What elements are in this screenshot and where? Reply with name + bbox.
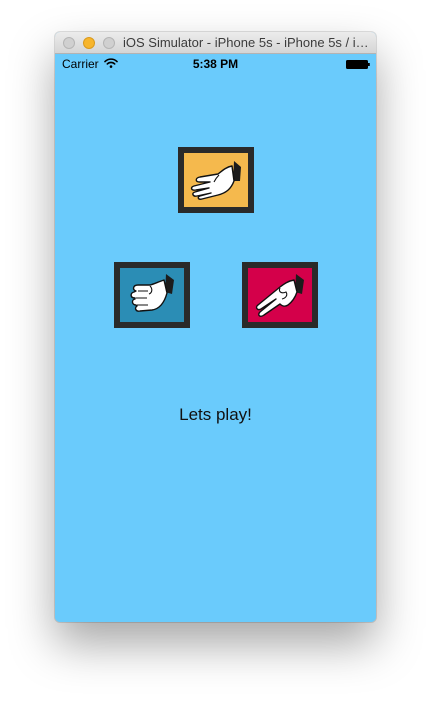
result-label: Lets play! [179, 405, 252, 424]
status-time: 5:38 PM [192, 57, 239, 71]
battery-icon [346, 60, 370, 69]
minimize-window-button[interactable] [83, 37, 95, 49]
rock-button[interactable] [114, 262, 190, 328]
simulator-window: iOS Simulator - iPhone 5s - iPhone 5s / … [55, 32, 376, 622]
paper-button[interactable] [178, 147, 254, 213]
rock-fist-icon [114, 262, 190, 328]
paper-hand-icon [178, 147, 254, 213]
app-screen: Carrier 5:38 PM Lets play! [55, 54, 376, 622]
scissors-hand-icon [242, 262, 318, 328]
zoom-window-button[interactable] [103, 37, 115, 49]
title-bar: iOS Simulator - iPhone 5s - iPhone 5s / … [55, 32, 376, 54]
close-window-button[interactable] [63, 37, 75, 49]
scissors-button[interactable] [242, 262, 318, 328]
status-bar: Carrier 5:38 PM [55, 54, 376, 74]
window-title: iOS Simulator - iPhone 5s - iPhone 5s / … [123, 35, 370, 50]
